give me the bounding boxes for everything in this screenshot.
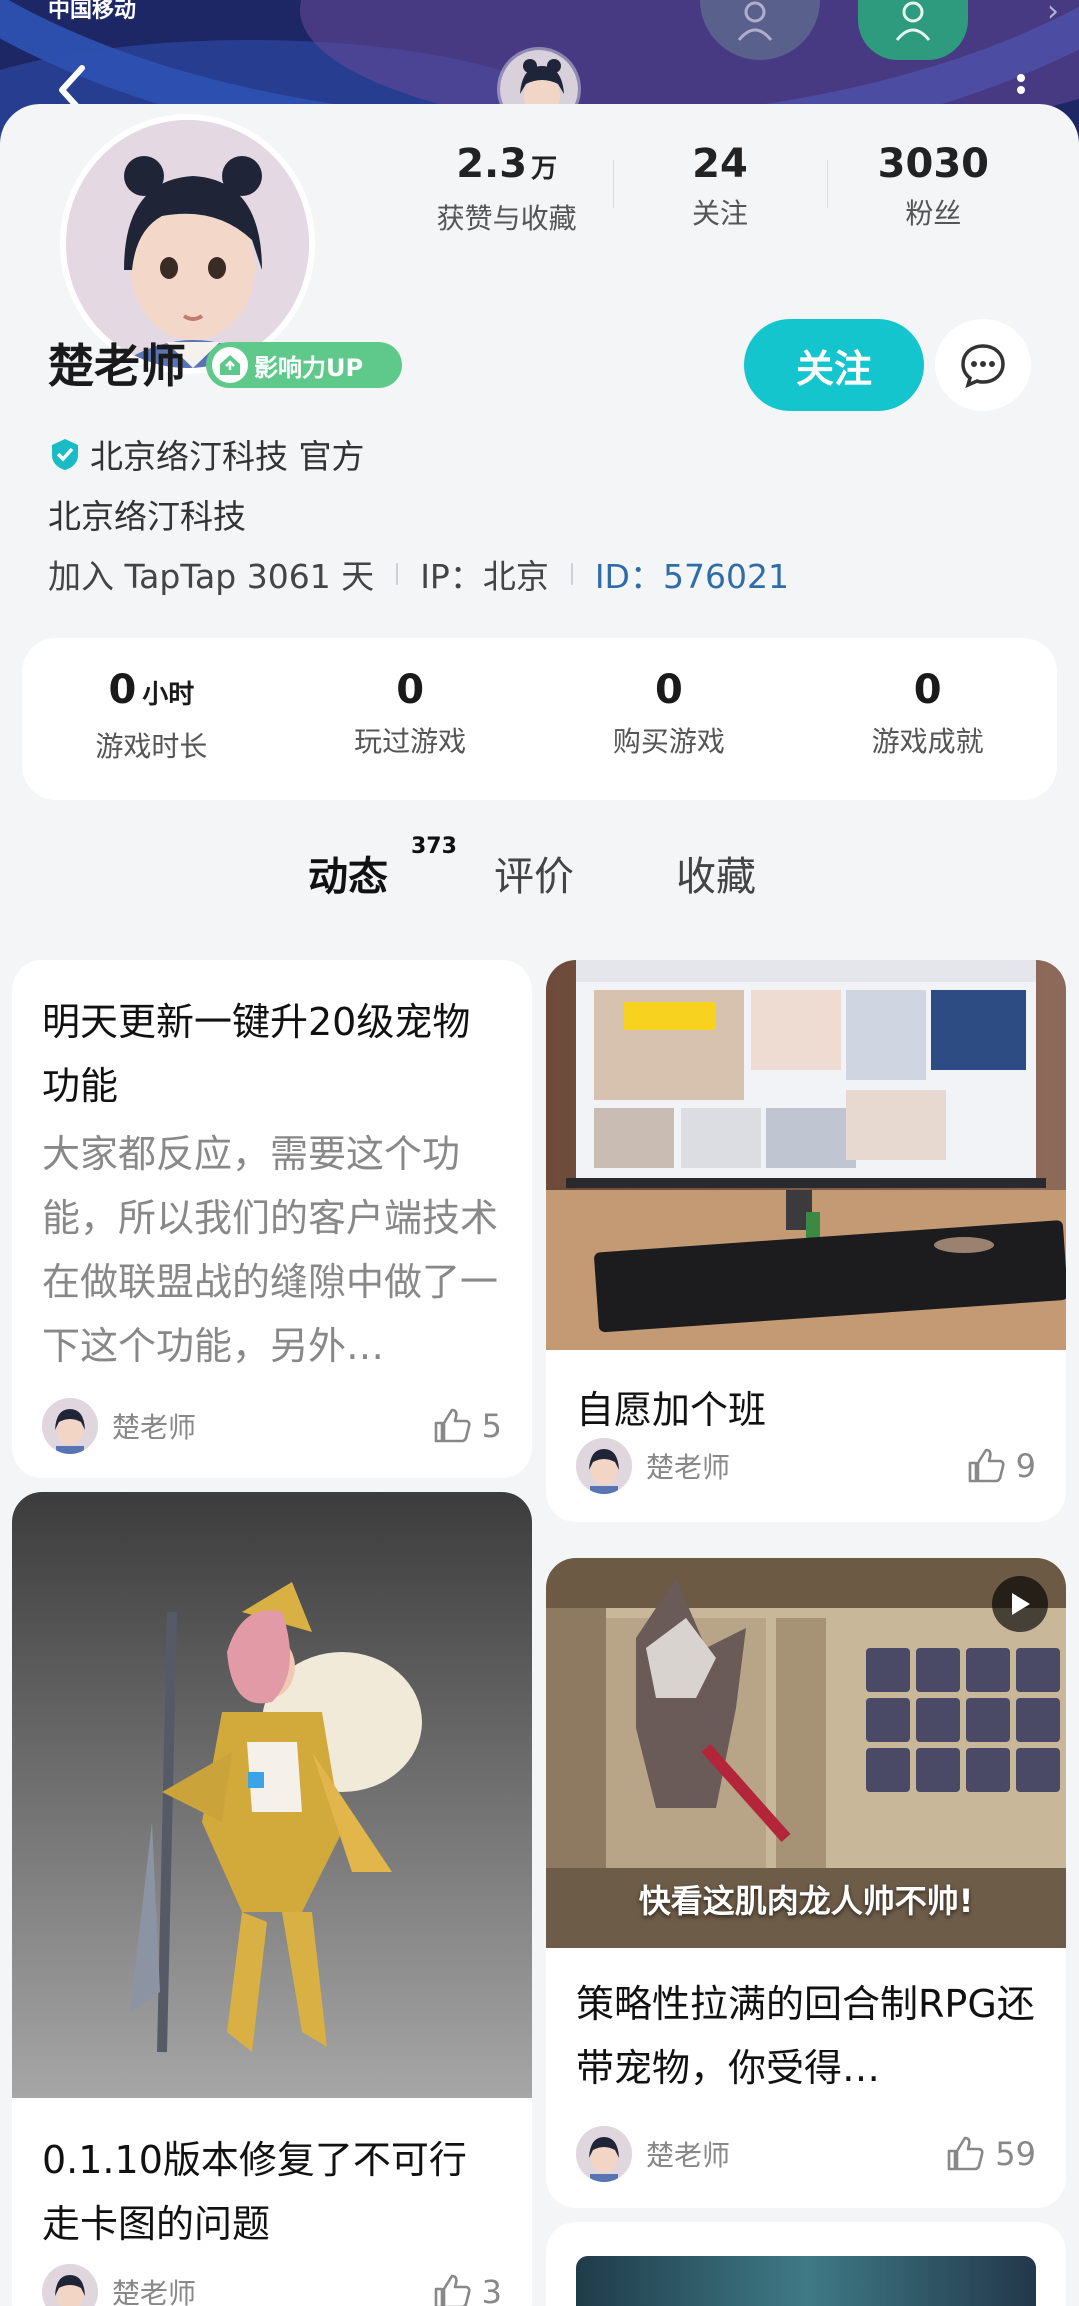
post-title: 自愿加个班 [576, 1388, 767, 1432]
social-stats: 2.3 万 获赞与收藏 24 关注 3030 粉丝 [400, 140, 1040, 235]
author-avatar[interactable] [42, 2264, 98, 2306]
follow-button[interactable]: 关注 [744, 319, 924, 411]
ip-location: IP：北京 [420, 557, 549, 596]
post-title: 策略性拉满的回合制RPG还带宠物，你受得… [576, 1982, 1035, 2090]
post-card-3[interactable]: 0.1.10版本修复了不可行走卡图的问题 楚老师 3 [12, 1492, 532, 2306]
like-button[interactable]: 3 [432, 2273, 502, 2306]
stat-likes[interactable]: 2.3 万 获赞与收藏 [400, 140, 613, 235]
influence-badge-label: 影响力UP [254, 353, 364, 382]
tab-reviews[interactable]: 评价 [494, 844, 574, 902]
author-name[interactable]: 楚老师 [646, 2134, 945, 2174]
game-stat-hours[interactable]: 0 小时 游戏时长 [22, 638, 281, 800]
post-footer: 楚老师 59 [576, 2124, 1036, 2184]
post-card-4[interactable]: 快看这肌肉龙人帅不帅! 策略性拉满的回合制RPG还带宠物，你受得… 楚老师 59 [546, 1558, 1066, 2208]
post-footer: 楚老师 9 [576, 1436, 1036, 1496]
art-armored-knight [12, 1492, 532, 2098]
game-stat-achievements[interactable]: 0 游戏成就 [798, 638, 1057, 800]
author-name[interactable]: 楚老师 [112, 1406, 432, 1446]
author-avatar[interactable] [576, 1438, 632, 1494]
game-stat-played[interactable]: 0 玩过游戏 [281, 638, 540, 800]
message-button[interactable] [935, 319, 1031, 411]
post-footer: 楚老师 5 [42, 1396, 502, 1456]
post-card-1[interactable]: 明天更新一键升20级宠物功能 大家都反应，需要这个功能，所以我们的客户端技术在做… [12, 960, 532, 1478]
game-stats-card: 0 小时 游戏时长 0 玩过游戏 0 购买游戏 0 游戏成就 [22, 638, 1057, 800]
thumbs-up-icon [968, 1448, 1005, 1483]
thumbs-up-icon [947, 2136, 984, 2171]
verified-text: 北京络汀科技 官方 [90, 437, 365, 476]
tab-moments[interactable]: 动态 373 [308, 834, 457, 902]
thumbs-up-icon [434, 1408, 471, 1443]
game-stat-bought[interactable]: 0 购买游戏 [540, 638, 799, 800]
chevron-icon: › [1047, 0, 1059, 29]
author-name[interactable]: 楚老师 [646, 1446, 966, 1486]
house-up-icon [212, 347, 248, 383]
play-icon[interactable] [992, 1576, 1048, 1632]
stat-followers[interactable]: 3030 粉丝 [826, 140, 1040, 230]
like-button[interactable]: 9 [966, 1447, 1036, 1485]
like-button[interactable]: 5 [432, 1407, 502, 1445]
profile-name: 楚老师 [48, 339, 186, 393]
thumbs-up-icon [434, 2274, 471, 2306]
joined-days: 加入 TapTap 3061 天 [48, 557, 375, 596]
author-avatar[interactable] [576, 2126, 632, 2182]
chat-bubble-icon [961, 344, 1005, 389]
profile-meta: 加入 TapTap 3061 天 IP：北京 ID：576021 [48, 550, 789, 598]
content-tabs: 动态 373 评价 收藏 [0, 834, 1079, 924]
post-excerpt: 大家都反应，需要这个功能，所以我们的客户端技术在做联盟战的缝隙中做了一下这个功能… [42, 1132, 499, 1368]
author-avatar[interactable] [42, 1398, 98, 1454]
post-image-preview [576, 2256, 1036, 2306]
carrier-label: 中国移动 [48, 0, 137, 23]
post-card-2[interactable]: 自愿加个班 楚老师 9 [546, 960, 1066, 1522]
influence-badge[interactable]: 影响力UP [206, 342, 402, 388]
post-title: 0.1.10版本修复了不可行走卡图的问题 [42, 2138, 467, 2246]
post-title: 明天更新一键升20级宠物功能 [42, 1000, 471, 1108]
tab-favorites[interactable]: 收藏 [676, 844, 756, 902]
video-game-screenshot: 快看这肌肉龙人帅不帅! [546, 1558, 1066, 1948]
photo-monitor-desk [546, 960, 1066, 1350]
stat-following[interactable]: 24 关注 [613, 140, 826, 230]
post-card-5[interactable] [546, 2222, 1066, 2306]
user-add-icon [858, 0, 968, 60]
post-footer: 楚老师 3 [42, 2262, 502, 2306]
tab-moments-count: 373 [411, 834, 457, 859]
company-name: 北京络汀科技 [48, 497, 246, 536]
video-caption: 快看这肌肉龙人帅不帅! [638, 1882, 974, 1920]
verified-shield-icon [52, 439, 78, 470]
user-id[interactable]: ID：576021 [595, 550, 789, 598]
author-name[interactable]: 楚老师 [112, 2272, 432, 2306]
like-button[interactable]: 59 [945, 2135, 1036, 2173]
verified-line: 北京络汀科技 官方 [48, 430, 365, 478]
